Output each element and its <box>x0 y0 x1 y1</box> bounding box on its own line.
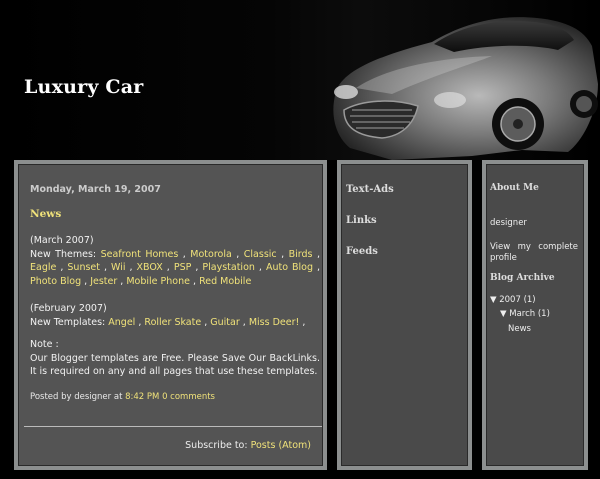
comma-separator: , <box>162 262 170 273</box>
theme-link[interactable]: Auto Blog <box>266 262 313 273</box>
comma-separator: , <box>135 316 142 328</box>
theme-link[interactable]: PSP <box>174 262 192 273</box>
comma-separator: , <box>191 262 199 273</box>
comma-separator: , <box>56 262 64 273</box>
theme-link[interactable]: Seafront Homes <box>101 249 179 260</box>
archive-month[interactable]: ▼ March (1) <box>500 309 588 320</box>
theme-link[interactable]: Wii <box>111 262 125 273</box>
new-templates-label: New Templates: <box>30 316 106 328</box>
post-note-section: Note : Our Blogger templates are Free. P… <box>30 338 320 379</box>
comma-separator: , <box>125 262 133 273</box>
comma-separator: , <box>231 248 240 260</box>
blog-page: Luxury Car Monday, March 19, 2007 News (… <box>0 0 600 479</box>
comments-link[interactable]: 0 comments <box>162 392 215 402</box>
site-title[interactable]: Luxury Car <box>24 76 143 98</box>
theme-link[interactable]: Eagle <box>30 262 56 273</box>
header-banner: Luxury Car <box>0 0 600 160</box>
theme-link[interactable]: Sunset <box>67 262 100 273</box>
comma-separator: , <box>299 316 306 328</box>
comma-separator: , <box>189 275 197 287</box>
subscribe-link[interactable]: Posts (Atom) <box>251 440 311 451</box>
comma-separator: , <box>254 262 262 273</box>
post-time-link[interactable]: 8:42 PM <box>125 392 159 402</box>
template-link[interactable]: Roller Skate <box>144 317 201 328</box>
main-post-panel: Monday, March 19, 2007 News (March 2007)… <box>14 160 327 470</box>
comma-separator: , <box>178 248 186 260</box>
template-link[interactable]: Guitar <box>210 317 239 328</box>
subscribe-line: Subscribe to: Posts (Atom) <box>185 440 311 451</box>
templates-links: Angel , Roller Skate , Guitar , Miss Dee… <box>108 317 305 328</box>
theme-link[interactable]: Motorola <box>190 249 232 260</box>
subscribe-label: Subscribe to: <box>185 440 248 451</box>
right-sidebar: About Me designer View my complete profi… <box>482 160 588 470</box>
feb-label: (February 2007) <box>30 303 107 314</box>
profile-link[interactable]: View my complete profile <box>490 242 578 264</box>
theme-link[interactable]: Jester <box>90 276 117 287</box>
author-name[interactable]: designer <box>490 218 578 229</box>
comma-separator: , <box>117 275 124 287</box>
archive-year[interactable]: ▼ 2007 (1) <box>490 295 578 306</box>
post-title[interactable]: News <box>30 208 61 220</box>
sidebar-item-text-ads[interactable]: Text-Ads <box>346 184 394 195</box>
themes-line: New Themes: Seafront Homes , Motorola , … <box>30 248 320 289</box>
sports-car-image <box>333 17 598 160</box>
theme-link[interactable]: Playstation <box>202 262 255 273</box>
theme-link[interactable]: Photo Blog <box>30 276 81 287</box>
posted-by: Posted by designer at <box>30 392 123 402</box>
comma-separator: , <box>201 316 208 328</box>
divider <box>24 426 322 427</box>
archive-entry[interactable]: News <box>508 324 596 335</box>
post-march-section: (March 2007) New Themes: Seafront Homes … <box>30 234 320 288</box>
comma-separator: , <box>313 262 321 273</box>
template-link[interactable]: Miss Deer! <box>249 317 299 328</box>
note-label: Note : <box>30 339 59 350</box>
comma-separator: , <box>99 262 108 273</box>
comma-separator: , <box>312 248 320 260</box>
note-text: Our Blogger templates are Free. Please S… <box>30 352 320 378</box>
new-themes-label: New Themes: <box>30 248 97 260</box>
comma-separator: , <box>81 275 88 287</box>
comma-separator: , <box>239 316 246 328</box>
sidebar-item-links[interactable]: Links <box>346 215 377 226</box>
post-feb-section: (February 2007) New Templates: Angel , R… <box>30 302 320 329</box>
about-title: About Me <box>490 183 539 193</box>
theme-link[interactable]: Red Mobile <box>199 276 251 287</box>
template-link[interactable]: Angel <box>108 317 135 328</box>
comma-separator: , <box>276 248 285 260</box>
theme-link[interactable]: XBOX <box>137 262 163 273</box>
theme-link[interactable]: Classic <box>244 249 277 260</box>
theme-link[interactable]: Mobile Phone <box>126 276 190 287</box>
march-label: (March 2007) <box>30 235 94 246</box>
post-date: Monday, March 19, 2007 <box>30 184 161 195</box>
archive-title: Blog Archive <box>490 273 555 283</box>
templates-line: New Templates: Angel , Roller Skate , Gu… <box>30 316 320 330</box>
sidebar-item-feeds[interactable]: Feeds <box>346 246 378 257</box>
middle-sidebar: Text-Ads Links Feeds <box>337 160 472 470</box>
post-footer: Posted by designer at 8:42 PM 0 comments <box>30 392 215 402</box>
theme-link[interactable]: Birds <box>289 249 313 260</box>
